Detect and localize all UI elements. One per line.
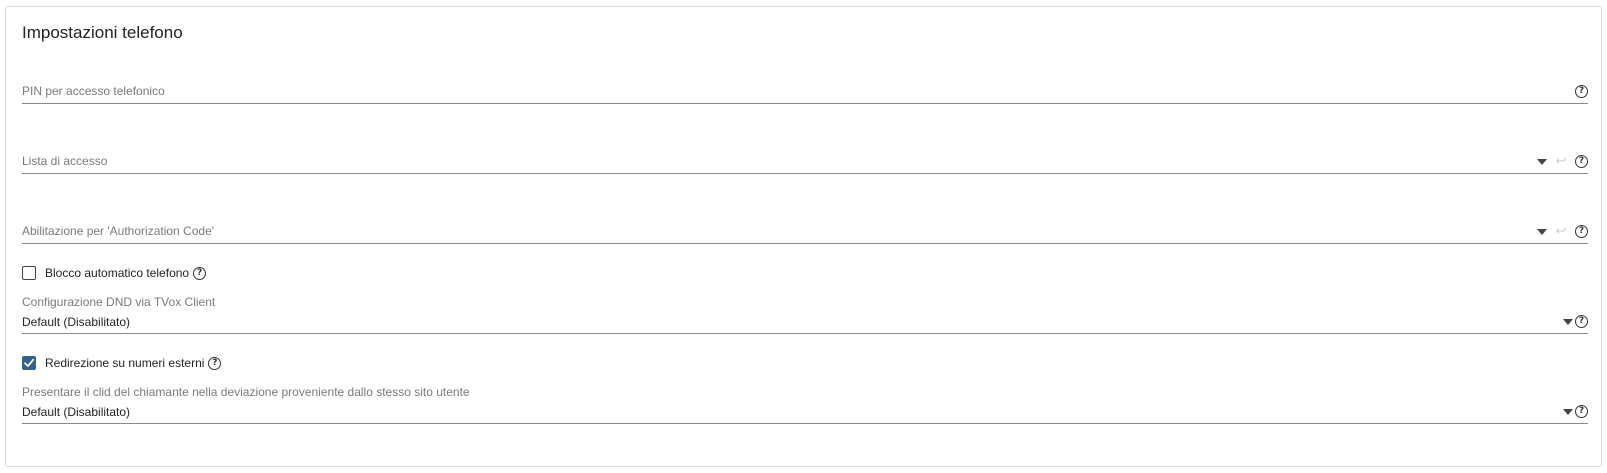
- dnd-config-icons: ?: [1563, 315, 1588, 328]
- help-icon[interactable]: ?: [1575, 225, 1588, 238]
- auto-lock-label[interactable]: Blocco automatico telefono: [45, 266, 189, 280]
- chevron-down-icon[interactable]: [1537, 158, 1547, 165]
- dnd-config-label: Configurazione DND via TVox Client: [22, 295, 216, 309]
- help-icon[interactable]: ?: [208, 356, 222, 370]
- auto-lock-row: Blocco automatico telefono ?: [22, 266, 207, 280]
- help-icon[interactable]: ?: [1575, 85, 1588, 98]
- pin-field[interactable]: PIN per accesso telefonico ?: [22, 65, 1588, 104]
- help-icon[interactable]: ?: [1575, 155, 1588, 168]
- access-list-icons: ↩ ?: [1537, 155, 1588, 168]
- external-redirect-label[interactable]: Redirezione su numeri esterni: [45, 356, 204, 370]
- present-clid-icons: ?: [1563, 405, 1588, 418]
- auth-code-placeholder: Abilitazione per 'Authorization Code': [22, 224, 215, 238]
- access-list-placeholder: Lista di accesso: [22, 154, 108, 168]
- external-redirect-row: Redirezione su numeri esterni ?: [22, 356, 222, 370]
- dnd-config-select[interactable]: Configurazione DND via TVox Client Defau…: [22, 295, 1588, 334]
- chevron-down-icon[interactable]: [1563, 318, 1573, 325]
- dnd-config-value: Default (Disabilitato): [22, 315, 131, 329]
- chevron-down-icon[interactable]: [1537, 228, 1547, 235]
- auth-code-select[interactable]: Abilitazione per 'Authorization Code' ↩ …: [22, 205, 1588, 244]
- chevron-down-icon[interactable]: [1563, 408, 1573, 415]
- check-icon: [24, 358, 35, 367]
- phone-settings-card: Impostazioni telefono PIN per accesso te…: [5, 6, 1602, 467]
- access-list-select[interactable]: Lista di accesso ↩ ?: [22, 135, 1588, 174]
- help-icon[interactable]: ?: [1575, 405, 1588, 418]
- pin-field-placeholder: PIN per accesso telefonico: [22, 84, 165, 98]
- auto-lock-checkbox[interactable]: [22, 266, 36, 280]
- auth-code-icons: ↩ ?: [1537, 225, 1588, 238]
- external-redirect-checkbox[interactable]: [22, 356, 36, 370]
- present-clid-label: Presentare il clid del chiamante nella d…: [22, 385, 470, 399]
- help-icon[interactable]: ?: [193, 266, 207, 280]
- section-title: Impostazioni telefono: [22, 23, 183, 42]
- present-clid-value: Default (Disabilitato): [22, 405, 131, 419]
- undo-icon: ↩: [1555, 153, 1567, 169]
- pin-field-icons: ?: [1575, 85, 1588, 98]
- undo-icon: ↩: [1555, 223, 1567, 239]
- present-clid-select[interactable]: Presentare il clid del chiamante nella d…: [22, 385, 1588, 424]
- help-icon[interactable]: ?: [1575, 315, 1588, 328]
